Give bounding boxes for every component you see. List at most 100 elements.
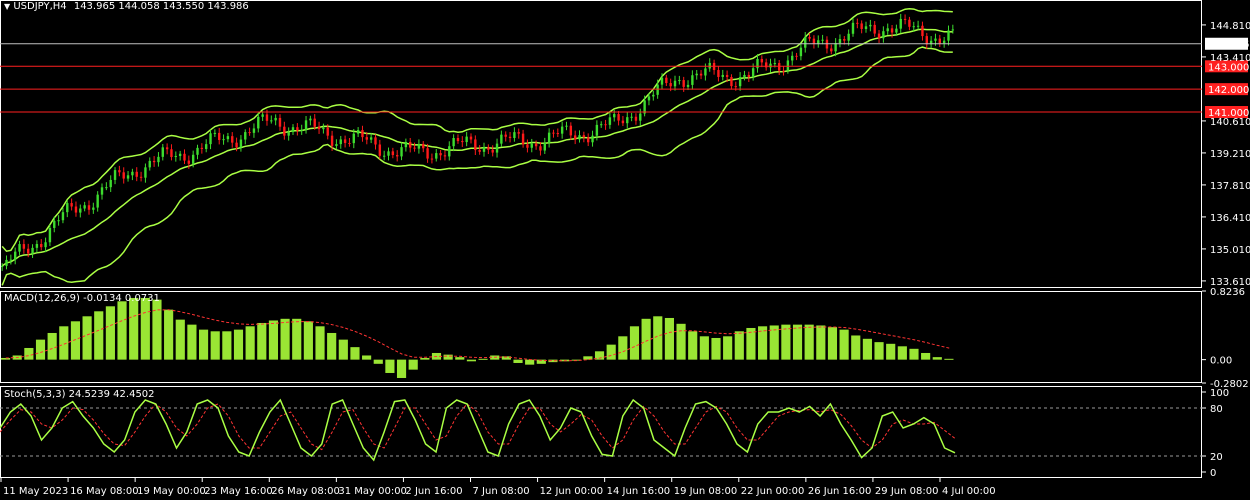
bollinger-lower-band: [1, 46, 953, 286]
macd-bar: [198, 329, 209, 360]
candle-body: [838, 39, 842, 44]
candle-body: [31, 247, 34, 254]
candle-body: [92, 207, 95, 210]
candlesticks: [0, 13, 955, 271]
candle-body: [87, 205, 91, 210]
candle-body: [799, 47, 803, 57]
candle-body: [100, 187, 104, 195]
candle-body: [721, 74, 724, 77]
candle-body: [782, 70, 785, 72]
candle-body: [647, 96, 651, 101]
macd-bar: [641, 318, 651, 360]
candle-body: [413, 147, 416, 149]
candle-body: [122, 172, 125, 179]
macd-bar: [233, 329, 244, 360]
candle-body: [500, 134, 503, 144]
candle-body: [673, 80, 677, 87]
candle-body: [417, 143, 421, 149]
macd-bar: [420, 357, 430, 360]
candle-body: [283, 126, 286, 136]
candle-body: [335, 144, 338, 146]
candle-body: [265, 114, 269, 121]
candle-body: [74, 206, 78, 213]
candle-body: [582, 135, 586, 138]
candle-body: [738, 77, 742, 87]
price-tick-3: 139.210: [1210, 149, 1250, 160]
candle-body: [660, 77, 664, 85]
candle-body: [435, 153, 438, 159]
macd-bar: [909, 348, 919, 360]
time-tick-13: 29 Jun 08:00: [875, 486, 939, 497]
candle-body: [569, 125, 573, 136]
macd-bar: [932, 357, 942, 360]
candle-body: [365, 137, 369, 140]
candle-body: [916, 25, 920, 27]
candle-body: [40, 244, 43, 248]
macd-bar: [268, 320, 279, 360]
price-tick-5: 136.410: [1210, 213, 1250, 224]
axes: 144.810 143.410 140.610 139.210 137.810 136.4…: [0, 21, 1250, 497]
candle-body: [634, 116, 638, 121]
candle-body: [313, 118, 316, 127]
candle-body: [665, 77, 668, 84]
candle-body: [613, 114, 616, 118]
candle-body: [908, 19, 911, 27]
macd-bar: [408, 359, 418, 370]
candle-body: [495, 143, 499, 153]
candle-body: [144, 167, 147, 178]
macd-label: MACD(12,26,9) -0.0134 0.0731: [4, 293, 160, 304]
candle-body: [565, 125, 568, 127]
candle-body: [105, 187, 108, 189]
candle-body: [252, 128, 256, 133]
candle-body: [504, 134, 507, 137]
candle-body: [482, 147, 486, 152]
candle-body: [183, 153, 186, 161]
candle-body: [261, 114, 264, 117]
candle-body: [382, 155, 386, 157]
candle-body: [317, 126, 321, 130]
macd-tick-1: 0.00: [1210, 356, 1232, 367]
trading-chart[interactable]: 143.000142.000141.000143.986 144.810143.…: [0, 0, 1250, 500]
macd-bar: [152, 299, 162, 360]
price-tick-0: 144.810: [1210, 21, 1250, 32]
macd-bar: [338, 339, 348, 360]
candle-body: [126, 175, 130, 179]
candle-body: [322, 127, 325, 130]
candle-body: [231, 136, 234, 143]
candle-body: [218, 132, 221, 140]
candle-body: [361, 130, 364, 138]
candle-body: [70, 203, 73, 207]
candle-body: [387, 151, 390, 156]
candle-body: [291, 127, 295, 133]
candle-body: [808, 37, 811, 39]
macd-bar: [175, 319, 185, 360]
candle-body: [517, 132, 520, 134]
macd-bar: [129, 297, 139, 360]
candle-body: [508, 136, 512, 139]
candle-body: [409, 141, 412, 148]
candle-body: [869, 24, 872, 27]
candle-body: [57, 220, 60, 222]
candle-body: [5, 259, 8, 266]
candle-body: [18, 244, 21, 252]
candle-body: [300, 129, 303, 131]
candle-body: [452, 137, 455, 147]
candle-body: [560, 126, 564, 134]
candle-body: [586, 137, 590, 143]
macd-bar: [396, 359, 407, 378]
macd-bar: [94, 311, 104, 360]
time-tick-6: 2 Jun 16:00: [405, 486, 462, 497]
candle-body: [152, 160, 156, 163]
candle-body: [751, 68, 755, 77]
stoch-tick-0: 100: [1210, 388, 1229, 399]
candle-body: [812, 38, 816, 44]
candle-body: [942, 40, 946, 44]
candle-body: [118, 170, 121, 173]
candle-body: [873, 24, 876, 34]
candle-body: [769, 63, 772, 68]
macd-bar: [455, 357, 465, 360]
candle-body: [864, 26, 868, 29]
candle-body: [686, 84, 690, 87]
macd-bar: [70, 321, 81, 360]
candle-body: [465, 136, 468, 143]
